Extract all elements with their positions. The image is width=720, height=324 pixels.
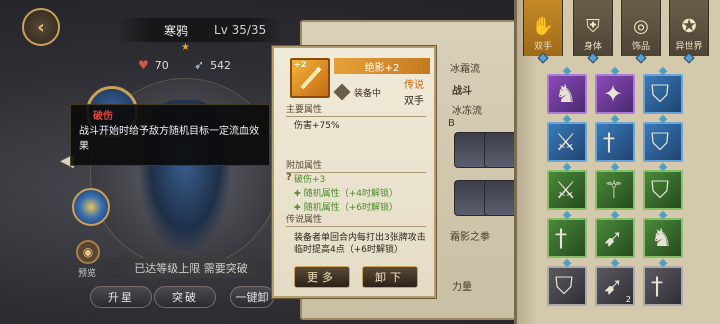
panel-text: 力量 <box>452 282 472 293</box>
panel-text: 战斗 <box>452 86 472 97</box>
dagger-icon: † <box>603 128 615 156</box>
heart-icon: ♥ <box>138 58 149 72</box>
item-name: 绝影+2 <box>334 58 430 74</box>
inventory-item[interactable]: ➹ <box>595 218 635 258</box>
staff-icon: ⚚ <box>603 176 625 204</box>
inventory-item[interactable]: ⚔ <box>547 170 587 210</box>
back-button[interactable]: ‹ <box>22 8 60 46</box>
inventory-panel: ✋ 双手 ⛨ 身体 ◎ 饰品 ✪ 异世界 ♞ ✦ ⛉ ⚔ † ⛉ ⚔ ⚚ ⛉ † ➹ ♞ ⛉ ➹ 2 † <box>514 0 720 324</box>
extra-attr-line: 随机属性（+4时解锁） <box>294 186 398 199</box>
shield-icon: ⛉ <box>651 80 669 108</box>
equip-status: 装备中 <box>354 89 382 99</box>
inventory-item[interactable]: ➹ 2 <box>595 266 635 306</box>
shield-icon: ⛉ <box>555 272 573 300</box>
accessory-slot[interactable] <box>72 188 110 226</box>
hand-icon: ✋ <box>531 16 555 37</box>
game-screen: ‹ 寒鸦 Lv 35/35 ★ ♥ 70 ➶ 542 ◀ 破伤 战斗开始时给予敌… <box>0 0 720 324</box>
inventory-item[interactable]: ♞ <box>643 218 683 258</box>
tab-label: 身体 <box>583 42 602 52</box>
dagger-icon: † <box>651 272 663 300</box>
inventory-item[interactable]: ⛉ <box>643 122 683 162</box>
spear-icon <box>300 66 322 90</box>
hero-level: Lv 35/35 <box>214 23 267 37</box>
hp-stat: ♥ 70 <box>138 58 169 72</box>
ring-icon: ◎ <box>633 16 649 37</box>
chevron-left-icon: ‹ <box>37 16 45 38</box>
preview-label: 预览 <box>78 269 97 279</box>
spear-icon: ➹ <box>603 272 624 300</box>
warrior-icon: ♞ <box>651 224 673 252</box>
hero-name: 寒鸦 <box>164 23 189 38</box>
breakthrough-button[interactable]: 突破 <box>154 286 216 308</box>
gem-icon <box>587 52 599 64</box>
hp-value: 70 <box>154 58 169 72</box>
inventory-item[interactable]: ⛉ <box>643 170 683 210</box>
star-up-button[interactable]: 升星 <box>90 286 152 308</box>
spear-icon: ➹ <box>603 224 624 252</box>
main-attr-heading: 主要属性 <box>286 102 426 117</box>
unequip-button[interactable]: 卸下 <box>362 266 418 288</box>
armor-icon: ⛨ <box>586 16 600 37</box>
one-click-unequip-button[interactable]: 一键卸 <box>230 286 274 308</box>
item-count: 2 <box>625 295 631 304</box>
hero-name-bar: 寒鸦 Lv 35/35 <box>120 18 280 42</box>
tab-two-hand[interactable]: ✋ 双手 <box>523 0 563 64</box>
tab-label: 饰品 <box>631 42 650 52</box>
gem-icon <box>635 52 647 64</box>
extra-attr-line: 破伤+3 <box>294 175 326 185</box>
legend-attr-description: 装备者单回合内每打出3张牌攻击临时提高4点（+6时解锁） <box>294 233 426 255</box>
inventory-item[interactable]: ⛉ <box>643 74 683 114</box>
wing-icon: ➶ <box>194 58 205 72</box>
sword-icon: ⚔ <box>555 128 577 156</box>
warrior-icon: ♞ <box>555 80 577 108</box>
inventory-item[interactable]: † <box>595 122 635 162</box>
inventory-item[interactable]: † <box>643 266 683 306</box>
inventory-item[interactable]: ♞ <box>547 74 587 114</box>
star-icon: ✪ <box>681 16 697 37</box>
inventory-item[interactable]: ⛉ <box>547 266 587 306</box>
gem-icon <box>537 52 549 64</box>
star-icon: ★ <box>181 42 190 53</box>
more-button[interactable]: 更多 <box>294 266 350 288</box>
tab-label: 双手 <box>533 42 552 52</box>
inventory-item[interactable]: ✦ <box>595 74 635 114</box>
inventory-item[interactable]: † <box>547 218 587 258</box>
tooltip-title: 破伤 <box>93 111 113 122</box>
eye-icon: ◉ <box>82 245 94 259</box>
tooltip-description: 战斗开始时给予敌方随机目标一定流血效果 <box>79 126 259 152</box>
skill-tooltip: 破伤 战斗开始时给予敌方随机目标一定流血效果 <box>70 104 270 166</box>
tab-body[interactable]: ⛨ 身体 <box>573 0 613 64</box>
panel-text: 冰霜流 <box>450 64 480 75</box>
power-value: 542 <box>210 58 232 72</box>
extra-attr-heading: 附加属性 <box>286 158 426 173</box>
legend-attr-heading: 传说属性 <box>286 212 426 227</box>
sword-icon: ⚔ <box>555 176 577 204</box>
shield-icon: ⛉ <box>651 128 669 156</box>
tab-accessory[interactable]: ◎ 饰品 <box>621 0 661 64</box>
item-rarity: 传说 <box>404 80 424 91</box>
cannon-icon: ✦ <box>603 80 624 108</box>
inventory-item[interactable]: ⚔ <box>547 122 587 162</box>
panel-text: 霜影之拳 <box>450 232 490 243</box>
equipped-icon <box>333 83 351 101</box>
item-icon: +2 <box>290 58 330 98</box>
tab-label: 异世界 <box>675 42 703 52</box>
tab-otherworld[interactable]: ✪ 异世界 <box>669 0 709 64</box>
main-attr-value: 伤害+75% <box>294 121 340 131</box>
panel-text: 冰冻流 <box>452 106 482 117</box>
inventory-item[interactable]: ⚚ <box>595 170 635 210</box>
preview-button[interactable]: ◉ <box>76 240 100 264</box>
question-icon[interactable]: ? <box>286 172 292 183</box>
shield-icon: ⛉ <box>651 176 669 204</box>
dagger-icon: † <box>555 224 567 252</box>
item-detail-card: +2 绝影+2 传说 装备中 双手 主要属性 伤害+75% 附加属性 ? 破伤+… <box>272 46 436 298</box>
power-stat: ➶ 542 <box>194 58 231 72</box>
gem-icon <box>683 52 695 64</box>
max-level-notice: 已达等级上限 需要突破 <box>106 258 276 278</box>
panel-text: B <box>448 118 455 129</box>
